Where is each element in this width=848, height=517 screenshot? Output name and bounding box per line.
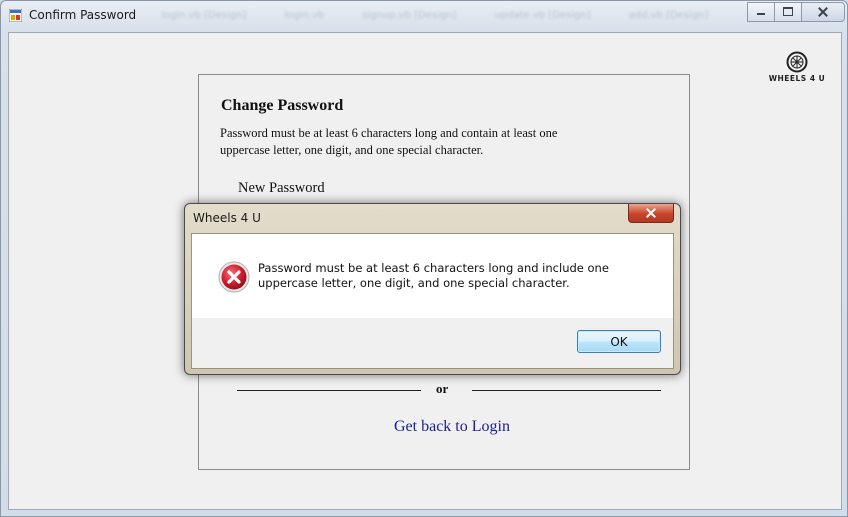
dialog-body: Password must be at least 6 characters l… — [191, 233, 674, 369]
separator-line-right — [472, 390, 661, 391]
or-separator: or — [237, 379, 661, 403]
separator-line-left — [237, 390, 421, 391]
background-tab: signup.vb [Design] — [362, 10, 457, 21]
window-controls — [747, 2, 845, 22]
brand-label: WHEELS 4 U — [768, 74, 826, 83]
dialog-message-area: Password must be at least 6 characters l… — [192, 234, 673, 318]
or-text: or — [436, 381, 449, 396]
dialog-title: Wheels 4 U — [193, 211, 261, 225]
window-title: Confirm Password — [29, 8, 137, 22]
title-bar[interactable]: Confirm Password login.vb [Design] login… — [1, 1, 847, 31]
brand-logo: WHEELS 4 U — [767, 51, 827, 83]
background-tabs: login.vb [Design] login.vb signup.vb [De… — [161, 10, 721, 24]
error-icon — [218, 261, 250, 293]
app-icon — [9, 9, 22, 22]
error-dialog: Wheels 4 U Password must be at least 6 c… — [184, 203, 681, 375]
wheel-icon — [786, 51, 808, 73]
maximize-button[interactable] — [774, 2, 802, 22]
back-to-login-link[interactable]: Get back to Login — [394, 418, 510, 436]
minimize-button[interactable] — [747, 2, 775, 22]
ok-button[interactable]: OK — [577, 330, 661, 353]
new-password-label: New Password — [238, 180, 325, 196]
background-tab: login.vb — [284, 10, 325, 21]
page-title: Change Password — [221, 97, 344, 114]
background-tab: add.vb [Design] — [628, 10, 709, 21]
dialog-close-button[interactable] — [628, 204, 674, 223]
background-tab: update.vb [Design] — [494, 10, 591, 21]
dialog-message: Password must be at least 6 characters l… — [258, 261, 609, 290]
background-tab: login.vb [Design] — [161, 10, 247, 21]
close-button[interactable] — [801, 2, 845, 22]
password-rules-text: Password must be at least 6 characters l… — [220, 126, 558, 157]
